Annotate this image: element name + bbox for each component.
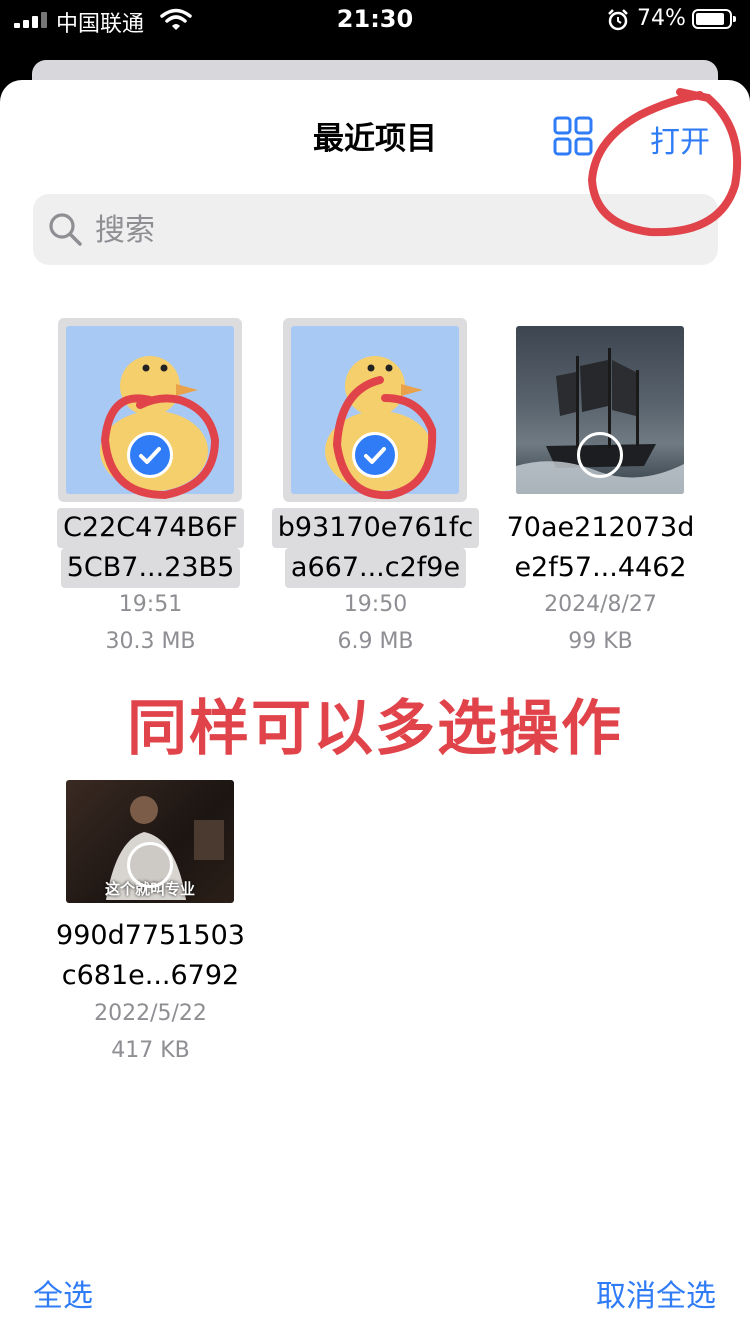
file-item[interactable]: b93170e761fc a667...c2f9e 19:50 6.9 MB: [263, 318, 488, 666]
grid-view-icon[interactable]: [553, 116, 593, 156]
file-name: 70ae212073d: [506, 512, 695, 543]
file-date: 19:51: [118, 592, 183, 617]
search-bar[interactable]: [33, 194, 718, 267]
selected-check-icon[interactable]: [127, 432, 173, 478]
file-size: 99 KB: [568, 629, 633, 654]
alarm-icon: [608, 9, 628, 31]
file-item[interactable]: C22C474B6F 5CB7...23B5 19:51 30.3 MB: [38, 318, 263, 666]
file-name: c681e...6792: [61, 960, 240, 991]
file-name: 5CB7...23B5: [38, 548, 263, 588]
selected-check-icon[interactable]: [352, 432, 398, 478]
file-date: 2024/8/27: [544, 592, 657, 617]
search-input[interactable]: [93, 194, 697, 267]
file-size: 30.3 MB: [105, 629, 196, 654]
battery-percent: 74%: [637, 6, 686, 31]
deselect-all-button[interactable]: 取消全选: [596, 1271, 716, 1315]
file-name: C22C474B6F: [38, 508, 263, 548]
unselected-circle-icon[interactable]: [577, 432, 623, 478]
status-bar: 中国联通 21:30 74%: [0, 0, 750, 42]
open-button[interactable]: 打开: [650, 117, 710, 161]
file-item[interactable]: 这个就叫专业 990d7751503 c681e...6792 2022/5/2…: [38, 780, 263, 1070]
select-all-button[interactable]: 全选: [33, 1271, 93, 1315]
battery-icon: [692, 9, 736, 29]
file-name: b93170e761fc: [263, 508, 488, 548]
file-date: 19:50: [343, 592, 408, 617]
search-icon: [49, 213, 82, 246]
unselected-circle-icon[interactable]: [127, 842, 173, 888]
page-title: 最近项目: [313, 121, 437, 157]
file-name: e2f57...4462: [514, 552, 687, 583]
annotation-text: 同样可以多选操作: [127, 694, 623, 764]
file-size: 417 KB: [111, 1038, 190, 1063]
file-name: 990d7751503: [56, 920, 245, 951]
file-item[interactable]: 70ae212073d e2f57...4462 2024/8/27 99 KB: [488, 326, 713, 666]
file-size: 6.9 MB: [337, 629, 414, 654]
file-date: 2022/5/22: [94, 1001, 207, 1026]
file-name: a667...c2f9e: [263, 548, 488, 588]
